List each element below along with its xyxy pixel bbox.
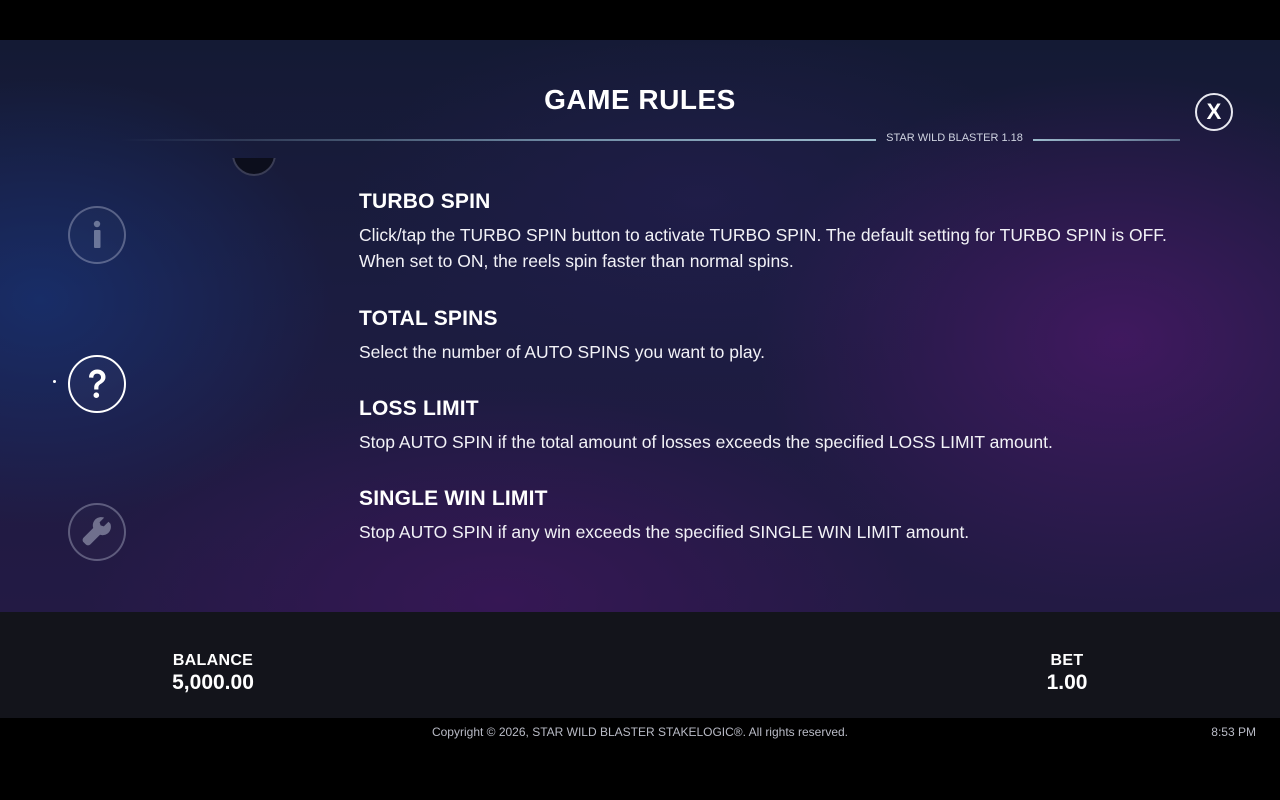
help-question-icon [85, 368, 109, 400]
rule-body: Stop AUTO SPIN if any win exceeds the sp… [359, 522, 970, 542]
active-indicator-dot [53, 380, 56, 383]
sidebar-item-info[interactable] [68, 206, 126, 264]
rule-heading: TURBO SPIN [359, 190, 491, 213]
wrench-settings-icon [82, 517, 112, 547]
bet-display: BET 1.00 [1017, 652, 1117, 695]
close-icon: X [1206, 99, 1222, 124]
header-divider-right [1033, 139, 1180, 141]
sidebar-item-help[interactable] [68, 355, 126, 413]
rule-body: Click/tap the TURBO SPIN button to activ… [359, 225, 1167, 271]
rule-section-total-spins: TOTAL SPINS Select the number of AUTO SP… [359, 307, 1209, 365]
balance-display: BALANCE 5,000.00 [143, 652, 283, 695]
rule-heading: LOSS LIMIT [359, 397, 479, 420]
rule-body: Stop AUTO SPIN if the total amount of lo… [359, 432, 1053, 452]
rule-section-turbo-spin: TURBO SPIN Click/tap the TURBO SPIN butt… [359, 190, 1209, 274]
bet-label: BET [1050, 652, 1084, 669]
sidebar-item-settings[interactable] [68, 503, 126, 561]
info-icon [90, 220, 104, 250]
game-version-label: STAR WILD BLASTER 1.18 [886, 132, 1023, 144]
page-title: GAME RULES [544, 84, 736, 115]
game-rules-screen: GAME RULES X STAR WILD BLASTER 1.18 TURB… [0, 0, 1280, 800]
balance-value: 5,000.00 [172, 671, 254, 694]
header-divider-left [120, 139, 876, 141]
rule-heading: TOTAL SPINS [359, 307, 498, 330]
close-button[interactable]: X [1195, 93, 1233, 131]
rule-section-loss-limit: LOSS LIMIT Stop AUTO SPIN if the total a… [359, 397, 1209, 455]
rule-heading: SINGLE WIN LIMIT [359, 487, 548, 510]
copyright-text: Copyright © 2026, STAR WILD BLASTER STAK… [431, 725, 849, 739]
balance-label: BALANCE [172, 652, 254, 669]
bet-value: 1.00 [1046, 671, 1088, 694]
rule-section-single-win-limit: SINGLE WIN LIMIT Stop AUTO SPIN if any w… [359, 487, 1209, 545]
rule-body: Select the number of AUTO SPINS you want… [359, 342, 765, 362]
rules-panel: GAME RULES X STAR WILD BLASTER 1.18 TURB… [0, 40, 1280, 612]
clock-time: 8:53 PM [1211, 725, 1256, 739]
balance-bar: BALANCE 5,000.00 BET 1.00 [0, 612, 1280, 718]
footer: Copyright © 2026, STAR WILD BLASTER STAK… [0, 718, 1280, 746]
